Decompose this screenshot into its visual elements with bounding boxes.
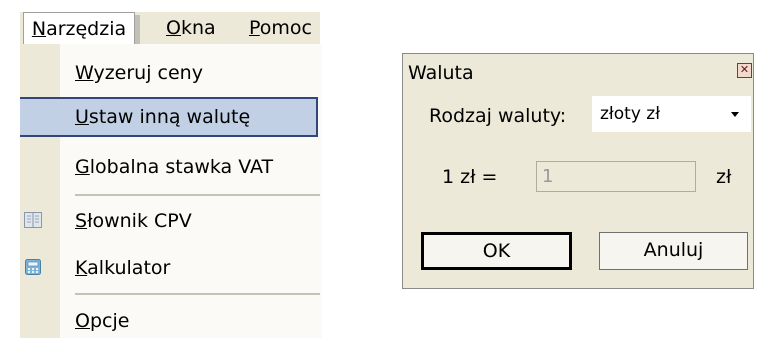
menu-item-ustaw-inna-walute[interactable]: Ustaw inną walutę (20, 97, 318, 137)
waluta-dialog: Waluta ✕ Rodzaj waluty: złoty zł 1 zł = … (402, 53, 754, 289)
book-icon (24, 212, 42, 228)
menu-narzedzia-label: arzędzia (46, 18, 127, 40)
menu-pomoc[interactable]: Pomoc (243, 12, 318, 44)
close-icon[interactable]: ✕ (737, 63, 752, 78)
menu-okna-accel: O (166, 17, 181, 39)
menu-narzedzia-accel: N (31, 18, 47, 40)
accel-letter: O (75, 310, 90, 332)
menu-item-label: Globalna stawka VAT (75, 147, 273, 187)
menu-item-kalkulator[interactable]: Kalkulator (20, 248, 322, 288)
accel-letter: U (75, 106, 89, 128)
rate-unit: zł (716, 166, 732, 188)
narzedzia-dropdown: Wyzeruj ceny Ustaw inną walutę Globalna … (20, 44, 322, 338)
cancel-button[interactable]: Anuluj (599, 232, 748, 270)
label-text: yzeruj ceny (93, 62, 203, 84)
menu-separator (75, 293, 320, 295)
label-text: staw inną walutę (88, 106, 251, 128)
menu-shadow (135, 15, 140, 44)
currency-select-value: złoty zł (600, 104, 661, 124)
menu-okna-label: kna (180, 17, 216, 39)
label-text: lobalna stawka VAT (89, 156, 274, 178)
menu-item-opcje[interactable]: Opcje (20, 301, 322, 338)
menu-pomoc-accel: P (249, 17, 260, 39)
label-text: łownik CPV (87, 210, 192, 232)
menu-bar: Narzędzia Okna Pomoc (20, 12, 320, 45)
menu-item-slownik-cpv[interactable]: Słownik CPV (20, 201, 322, 241)
ok-button[interactable]: OK (421, 232, 572, 270)
menu-item-label: Opcje (75, 301, 129, 338)
menu-separator (75, 194, 320, 196)
menu-pomoc-label: omoc (259, 17, 312, 39)
currency-select[interactable]: złoty zł (592, 96, 751, 132)
currency-type-label: Rodzaj waluty: (429, 105, 567, 127)
accel-letter: G (75, 156, 90, 178)
label-text: alkulator (87, 257, 171, 279)
dialog-title: Waluta (408, 62, 474, 84)
menu-item-wyzeruj-ceny[interactable]: Wyzeruj ceny (20, 53, 322, 93)
rate-label: 1 zł = (442, 166, 498, 188)
menu-item-label: Ustaw inną walutę (75, 99, 250, 135)
accel-letter: S (75, 210, 88, 232)
menu-narzedzia[interactable]: Narzędzia (23, 12, 135, 44)
rate-field-value: 1 (542, 166, 554, 187)
menu-item-label: Słownik CPV (75, 201, 192, 241)
chevron-down-icon[interactable] (731, 112, 739, 117)
rate-field[interactable]: 1 (536, 161, 696, 192)
calculator-icon (25, 259, 41, 275)
accel-letter: W (75, 62, 94, 84)
label-text: pcje (89, 310, 130, 332)
menu-okna[interactable]: Okna (160, 12, 222, 44)
accel-letter: K (75, 257, 88, 279)
menu-item-label: Wyzeruj ceny (75, 53, 203, 93)
menu-item-label: Kalkulator (75, 248, 170, 288)
menu-item-globalna-stawka-vat[interactable]: Globalna stawka VAT (20, 147, 322, 187)
